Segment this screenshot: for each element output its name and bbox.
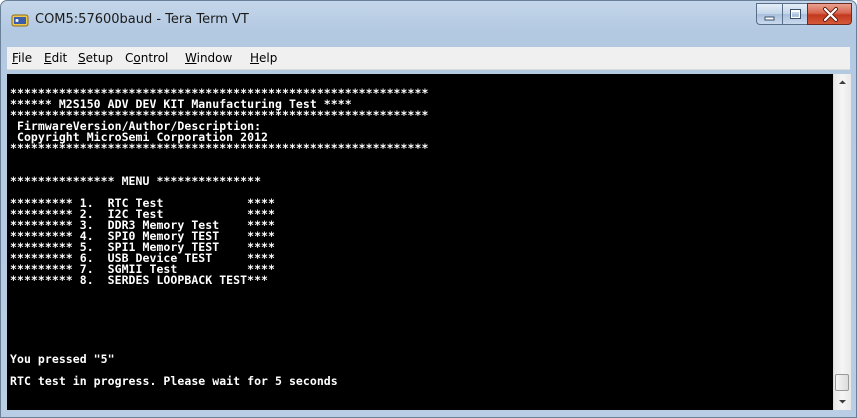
menu-edit[interactable]: Edit [44, 51, 67, 65]
window-title: COM5:57600baud - Tera Term VT [35, 12, 249, 27]
terminal-line: *************** MENU *************** [10, 174, 262, 188]
terminal-line: RTC test in progress. Please wait for 5 … [10, 374, 338, 388]
menu-control[interactable]: Control [125, 51, 168, 65]
tera-term-icon[interactable] [11, 13, 29, 28]
close-icon [823, 7, 838, 22]
menu-file[interactable]: File [12, 51, 32, 65]
terminal-line: You pressed "5" [10, 352, 115, 366]
tera-term-window: COM5:57600baud - Tera Term VT File Edit … [0, 0, 857, 418]
menu-setup[interactable]: Setup [78, 51, 113, 65]
terminal-line: ****************************************… [10, 141, 429, 155]
terminal-screen[interactable]: ****************************************… [7, 74, 833, 410]
menu-bar: File Edit Setup Control Window Help [7, 47, 850, 70]
scroll-down-arrow-icon[interactable] [834, 393, 851, 410]
scrollbar-thumb[interactable] [835, 374, 849, 391]
menu-help[interactable]: Help [250, 51, 277, 65]
maximize-button[interactable] [782, 3, 807, 25]
scroll-up-arrow-icon[interactable] [834, 74, 851, 91]
menu-window[interactable]: Window [185, 51, 232, 65]
minimize-button[interactable] [756, 3, 782, 25]
close-button[interactable] [807, 3, 852, 25]
title-bar[interactable]: COM5:57600baud - Tera Term VT [1, 1, 856, 37]
terminal-line: ********* 8. SERDES LOOPBACK TEST*** [10, 273, 269, 287]
minimize-icon [764, 16, 775, 21]
vertical-scrollbar[interactable] [833, 74, 851, 410]
maximize-icon [790, 9, 801, 19]
